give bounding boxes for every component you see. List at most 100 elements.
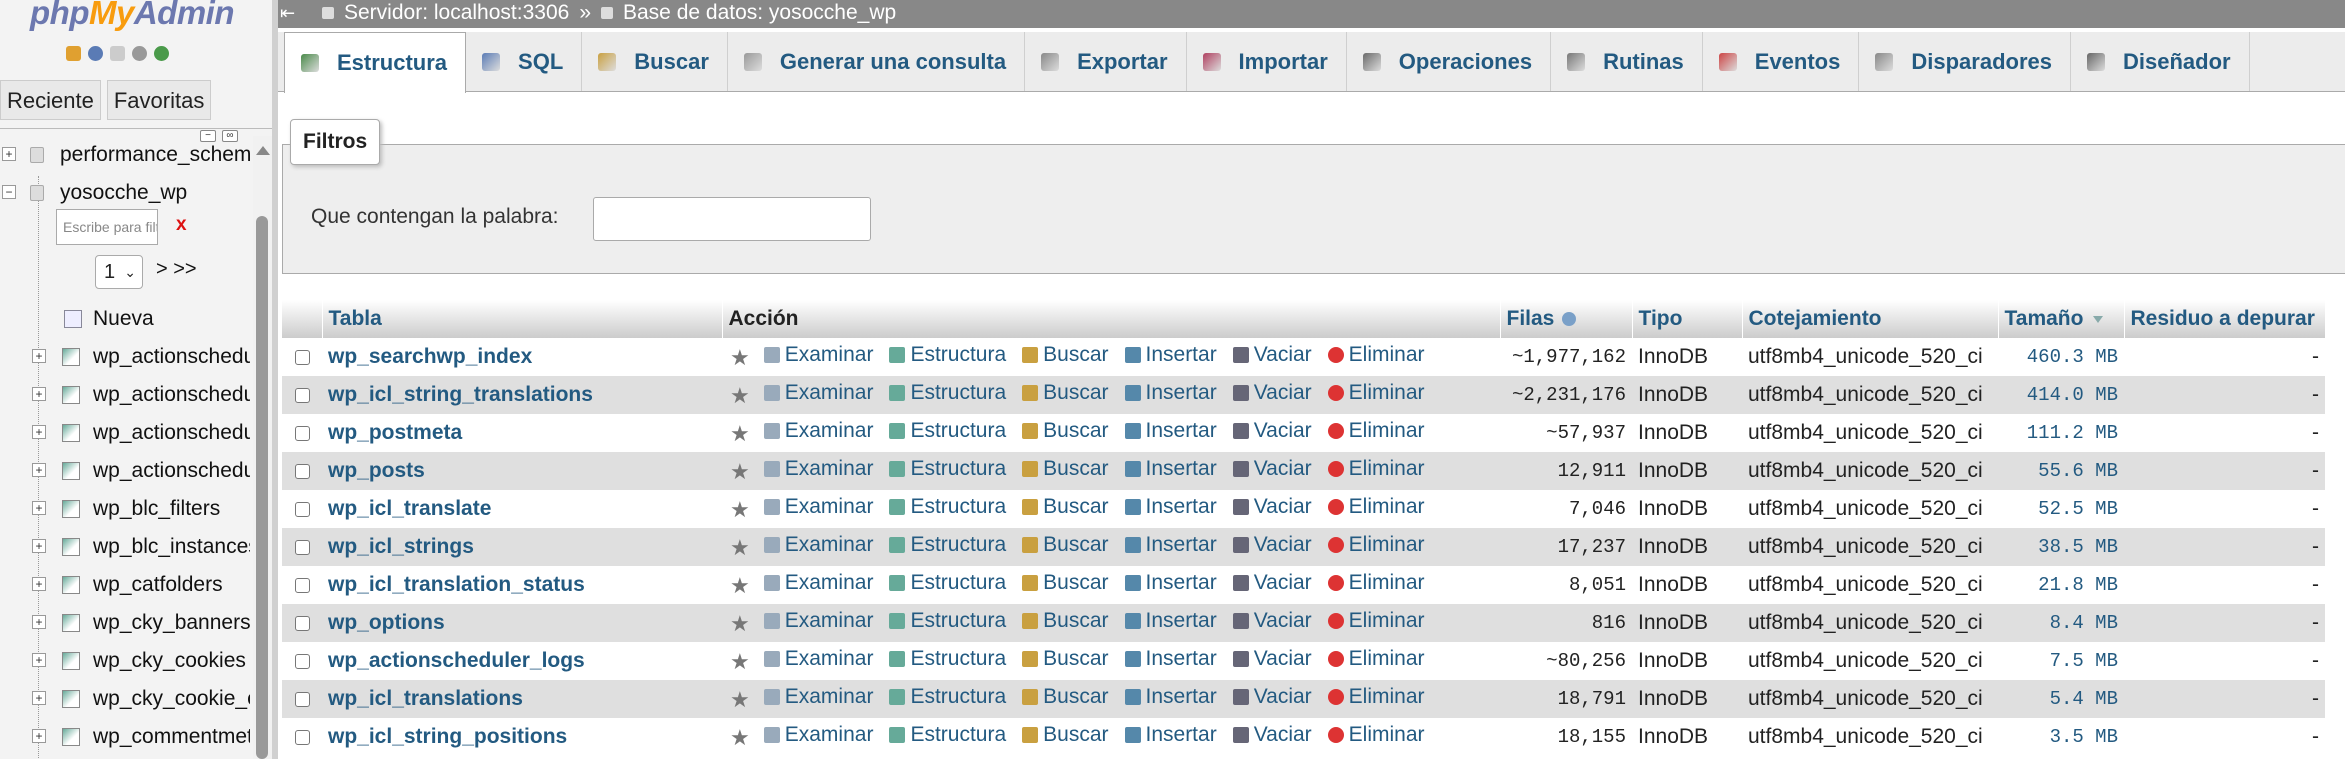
action-search-link[interactable]: Buscar	[1022, 381, 1109, 405]
table-name-link[interactable]: wp_posts	[322, 452, 722, 490]
next-page-link[interactable]: > >>	[156, 258, 197, 281]
phpmyadmin-logo[interactable]: phpMyAdmin	[30, 0, 235, 32]
action-drop-link[interactable]: Eliminar	[1327, 419, 1425, 443]
action-insert-link[interactable]: Insertar	[1124, 533, 1217, 557]
favorite-star-icon[interactable]: ★	[730, 383, 750, 409]
tree-node-label[interactable]: wp_actionscheduler_groups	[93, 414, 250, 452]
table-name-link[interactable]: wp_postmeta	[322, 414, 722, 452]
table-size[interactable]: 414.0 MB	[1998, 376, 2124, 414]
row-checkbox[interactable]	[294, 501, 310, 517]
row-checkbox[interactable]	[294, 691, 310, 707]
action-structure-link[interactable]: Estructura	[889, 685, 1006, 709]
tab-designer[interactable]: Diseñador	[2071, 32, 2250, 91]
row-checkbox[interactable]	[294, 387, 310, 403]
action-browse-link[interactable]: Examinar	[763, 571, 873, 595]
collapse-icon[interactable]: −	[2, 185, 16, 199]
tree-node-label[interactable]: wp_actionscheduler_claims	[93, 376, 250, 414]
logout-icon[interactable]	[88, 46, 103, 61]
action-empty-link[interactable]: Vaciar	[1232, 533, 1312, 557]
tree-node-table[interactable]: + wp_cky_cookies	[0, 642, 250, 680]
action-empty-link[interactable]: Vaciar	[1232, 495, 1312, 519]
scroll-up-icon[interactable]	[256, 146, 270, 155]
action-search-link[interactable]: Buscar	[1022, 419, 1109, 443]
action-browse-link[interactable]: Examinar	[763, 609, 873, 633]
reload-icon[interactable]	[154, 46, 169, 61]
expand-icon[interactable]: +	[32, 463, 46, 477]
action-empty-link[interactable]: Vaciar	[1232, 381, 1312, 405]
favorite-star-icon[interactable]: ★	[730, 497, 750, 523]
row-checkbox[interactable]	[294, 349, 310, 365]
tab-triggers[interactable]: Disparadores	[1859, 32, 2071, 91]
expand-icon[interactable]: +	[32, 349, 46, 363]
action-insert-link[interactable]: Insertar	[1124, 609, 1217, 633]
tree-node-label[interactable]: wp_catfolders	[93, 566, 223, 604]
favorite-star-icon[interactable]: ★	[730, 573, 750, 599]
docs-icon[interactable]	[110, 46, 125, 61]
favorite-star-icon[interactable]: ★	[730, 725, 750, 751]
header-collation[interactable]: Cotejamiento	[1742, 300, 1999, 338]
action-drop-link[interactable]: Eliminar	[1327, 647, 1425, 671]
action-structure-link[interactable]: Estructura	[889, 343, 1006, 367]
tree-node-label[interactable]: wp_blc_filters	[93, 490, 220, 528]
action-drop-link[interactable]: Eliminar	[1327, 343, 1425, 367]
action-structure-link[interactable]: Estructura	[889, 495, 1006, 519]
table-size[interactable]: 3.5 MB	[1998, 718, 2124, 756]
tree-node-table[interactable]: + wp_actionscheduler_logs	[0, 452, 250, 490]
action-search-link[interactable]: Buscar	[1022, 571, 1109, 595]
table-size[interactable]: 21.8 MB	[1998, 566, 2124, 604]
tab-recent[interactable]: Reciente	[0, 80, 101, 120]
tab-operations[interactable]: Operaciones	[1347, 32, 1552, 91]
tree-node-table[interactable]: + wp_catfolders	[0, 566, 250, 604]
tab-import[interactable]: Importar	[1187, 32, 1347, 91]
tab-routines[interactable]: Rutinas	[1551, 32, 1703, 91]
action-empty-link[interactable]: Vaciar	[1232, 685, 1312, 709]
scrollbar-thumb[interactable]	[256, 216, 268, 759]
row-checkbox[interactable]	[294, 539, 310, 555]
action-structure-link[interactable]: Estructura	[889, 571, 1006, 595]
tree-node-label[interactable]: wp_cky_cookies	[93, 642, 246, 680]
table-name-link[interactable]: wp_searchwp_index	[322, 338, 722, 376]
table-name-link[interactable]: wp_icl_strings	[322, 528, 722, 566]
tree-node-table[interactable]: + wp_blc_filters	[0, 490, 250, 528]
action-empty-link[interactable]: Vaciar	[1232, 609, 1312, 633]
tree-node-current-db[interactable]: − yosocche_wp	[0, 174, 250, 212]
action-browse-link[interactable]: Examinar	[763, 343, 873, 367]
row-checkbox[interactable]	[294, 577, 310, 593]
action-structure-link[interactable]: Estructura	[889, 457, 1006, 481]
favorite-star-icon[interactable]: ★	[730, 535, 750, 561]
back-arrow-icon[interactable]: ⇤	[280, 0, 298, 24]
tab-search[interactable]: Buscar	[582, 32, 728, 91]
expand-icon[interactable]: +	[2, 147, 16, 161]
header-size[interactable]: Tamaño	[1998, 300, 2125, 338]
clear-filter-button[interactable]: x	[176, 214, 187, 236]
action-empty-link[interactable]: Vaciar	[1232, 343, 1312, 367]
favorite-star-icon[interactable]: ★	[730, 611, 750, 637]
action-empty-link[interactable]: Vaciar	[1232, 571, 1312, 595]
table-size[interactable]: 38.5 MB	[1998, 528, 2124, 566]
table-size[interactable]: 5.4 MB	[1998, 680, 2124, 718]
action-browse-link[interactable]: Examinar	[763, 533, 873, 557]
action-drop-link[interactable]: Eliminar	[1327, 495, 1425, 519]
action-insert-link[interactable]: Insertar	[1124, 419, 1217, 443]
expand-icon[interactable]: +	[32, 691, 46, 705]
tree-node-label[interactable]: wp_cky_banners	[93, 604, 250, 642]
tree-node-table[interactable]: + wp_commentmeta	[0, 718, 250, 756]
tree-node-label[interactable]: yosocche_wp	[60, 174, 187, 212]
action-search-link[interactable]: Buscar	[1022, 609, 1109, 633]
page-select[interactable]: 1 ⌄	[95, 255, 143, 289]
row-checkbox[interactable]	[294, 425, 310, 441]
action-drop-link[interactable]: Eliminar	[1327, 533, 1425, 557]
table-name-link[interactable]: wp_icl_translation_status	[322, 566, 722, 604]
action-insert-link[interactable]: Insertar	[1124, 343, 1217, 367]
action-browse-link[interactable]: Examinar	[763, 419, 873, 443]
filter-word-input[interactable]	[593, 197, 871, 241]
table-name-link[interactable]: wp_icl_string_positions	[322, 718, 722, 756]
table-size[interactable]: 52.5 MB	[1998, 490, 2124, 528]
action-structure-link[interactable]: Estructura	[889, 723, 1006, 747]
expand-icon[interactable]: +	[32, 653, 46, 667]
action-insert-link[interactable]: Insertar	[1124, 647, 1217, 671]
action-structure-link[interactable]: Estructura	[889, 419, 1006, 443]
tree-node-label[interactable]: wp_commentmeta	[93, 718, 250, 756]
expand-icon[interactable]: +	[32, 729, 46, 743]
tree-node-table[interactable]: + wp_actionscheduler_claims	[0, 376, 250, 414]
